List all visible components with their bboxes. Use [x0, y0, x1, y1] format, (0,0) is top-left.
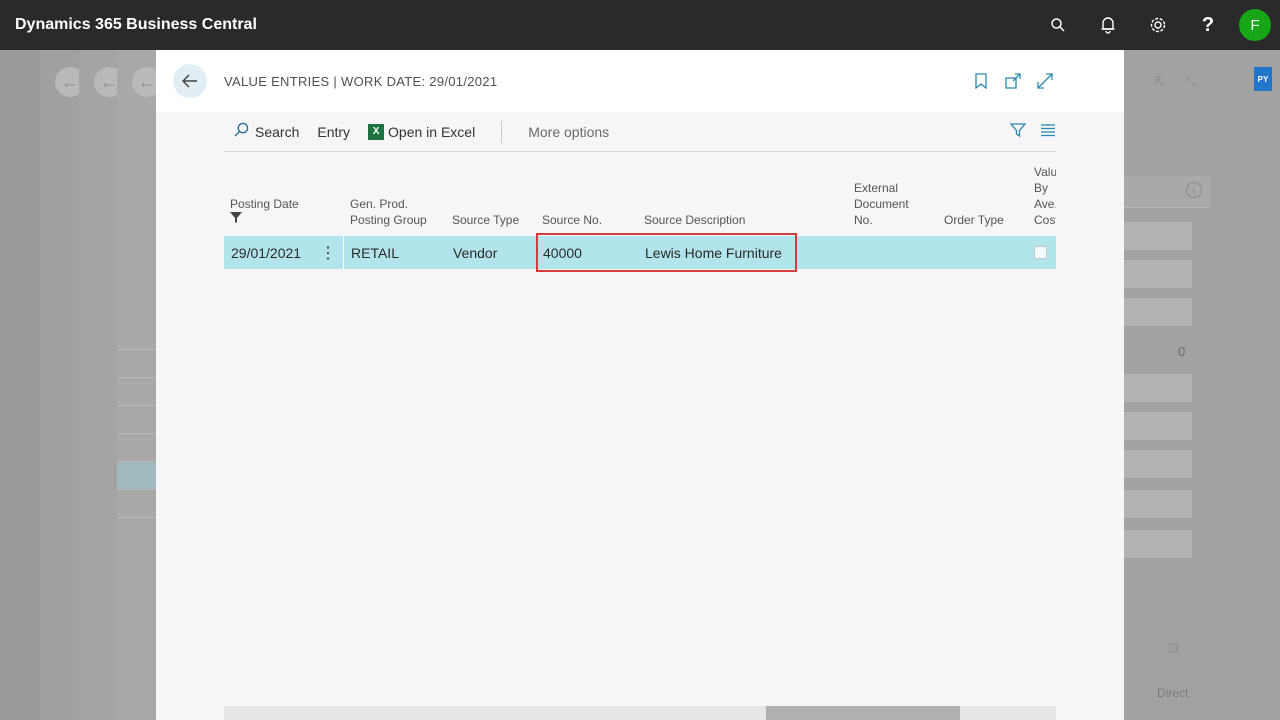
expand-icon[interactable]	[1036, 72, 1054, 90]
column-label: Valu	[1034, 165, 1056, 179]
column-source-no[interactable]: Source No.	[542, 212, 602, 228]
column-label: Ave.	[1034, 197, 1056, 211]
column-label: No.	[854, 213, 873, 227]
horizontal-scrollbar[interactable]	[224, 706, 1056, 720]
toolbar-right-actions	[1009, 112, 1056, 152]
field-row	[1124, 490, 1192, 518]
entry-menu[interactable]: Entry	[317, 124, 350, 140]
column-label: External	[854, 181, 899, 195]
app-bar: Dynamics 365 Business Central ? F	[0, 0, 1280, 50]
toolbar-divider	[501, 120, 503, 143]
column-valued-by-average-cost[interactable]: Valu By Ave. Cost	[1034, 164, 1056, 228]
column-label: Posting Group	[350, 213, 427, 227]
back-button[interactable]	[173, 64, 207, 98]
value-entries-dialog: VALUE ENTRIES | WORK DATE: 29/01/2021 Se…	[156, 50, 1124, 720]
list-view-icon[interactable]	[1040, 123, 1056, 142]
valued-by-average-cost-checkbox[interactable]	[1034, 246, 1047, 259]
open-new-window-icon[interactable]: ⇱	[1154, 74, 1165, 90]
cell-gen-prod-posting-group[interactable]: RETAIL	[351, 236, 399, 269]
column-label: By	[1034, 181, 1049, 195]
column-gen-prod-posting-group[interactable]: Gen. Prod. Posting Group	[350, 196, 427, 228]
excel-icon: X	[368, 123, 385, 140]
chart-icon[interactable]: ⊡	[1168, 640, 1179, 656]
column-external-document-no[interactable]: External Document No.	[854, 180, 909, 228]
field-row	[1124, 260, 1192, 288]
field-row	[1124, 222, 1192, 250]
field-row	[1124, 298, 1192, 326]
open-new-window-icon[interactable]	[1004, 72, 1022, 90]
dialog-header: VALUE ENTRIES | WORK DATE: 29/01/2021	[156, 50, 1124, 112]
field-row	[1124, 450, 1192, 478]
py-badge[interactable]: PY	[1254, 67, 1272, 91]
help-icon[interactable]: ?	[1183, 0, 1233, 50]
field-value: 0	[1178, 344, 1186, 359]
gear-icon[interactable]	[1133, 0, 1183, 50]
column-label: Cost	[1034, 213, 1056, 227]
info-icon[interactable]: i	[1186, 182, 1202, 198]
cell-source-type[interactable]: Vendor	[453, 236, 497, 269]
highlight-box	[536, 233, 797, 272]
background-detail-panel: PY ⇱ ⤡ i 0 ⊡ Direct	[1124, 50, 1280, 720]
column-label: Document	[854, 197, 909, 211]
avatar[interactable]: F	[1239, 9, 1271, 41]
field-row	[1124, 374, 1192, 402]
open-in-excel-label: Open in Excel	[388, 123, 476, 140]
search-icon	[234, 122, 249, 141]
background-list	[117, 322, 156, 522]
column-label: Gen. Prod.	[350, 197, 409, 211]
search-button[interactable]: Search	[234, 122, 299, 141]
filter-applied-icon	[230, 212, 299, 229]
more-options-button[interactable]: More options	[528, 124, 609, 140]
collapse-icon[interactable]: ⤡	[1186, 74, 1196, 90]
column-posting-date[interactable]: Posting Date	[230, 196, 299, 229]
action-bar: Search Entry X Open in Excel More option…	[224, 112, 1056, 152]
column-order-type[interactable]: Order Type	[944, 212, 1004, 228]
app-title[interactable]: Dynamics 365 Business Central	[15, 16, 257, 34]
search-label: Search	[255, 123, 300, 140]
open-in-excel-button[interactable]: X Open in Excel	[368, 123, 476, 140]
column-label: Posting Date	[230, 197, 299, 211]
column-source-description[interactable]: Source Description	[644, 212, 745, 228]
column-source-type[interactable]: Source Type	[452, 212, 519, 228]
header-actions	[972, 72, 1054, 90]
search-icon[interactable]	[1033, 0, 1083, 50]
field-row	[1124, 412, 1192, 440]
scrollbar-thumb[interactable]	[766, 706, 960, 720]
cell-posting-date[interactable]: 29/01/2021	[231, 236, 301, 269]
filter-icon[interactable]	[1009, 122, 1027, 143]
app-bar-actions: ? F	[1033, 0, 1280, 50]
bell-icon[interactable]	[1083, 0, 1133, 50]
field-label: Direct	[1157, 686, 1189, 700]
row-actions-icon[interactable]: ⋮	[320, 236, 336, 269]
row-divider	[343, 236, 344, 269]
bookmark-icon[interactable]	[972, 72, 990, 90]
field-row	[1124, 530, 1192, 558]
grid-header: Posting Date Gen. Prod. Posting Group So…	[224, 152, 1056, 236]
page-title: VALUE ENTRIES | WORK DATE: 29/01/2021	[224, 74, 498, 89]
